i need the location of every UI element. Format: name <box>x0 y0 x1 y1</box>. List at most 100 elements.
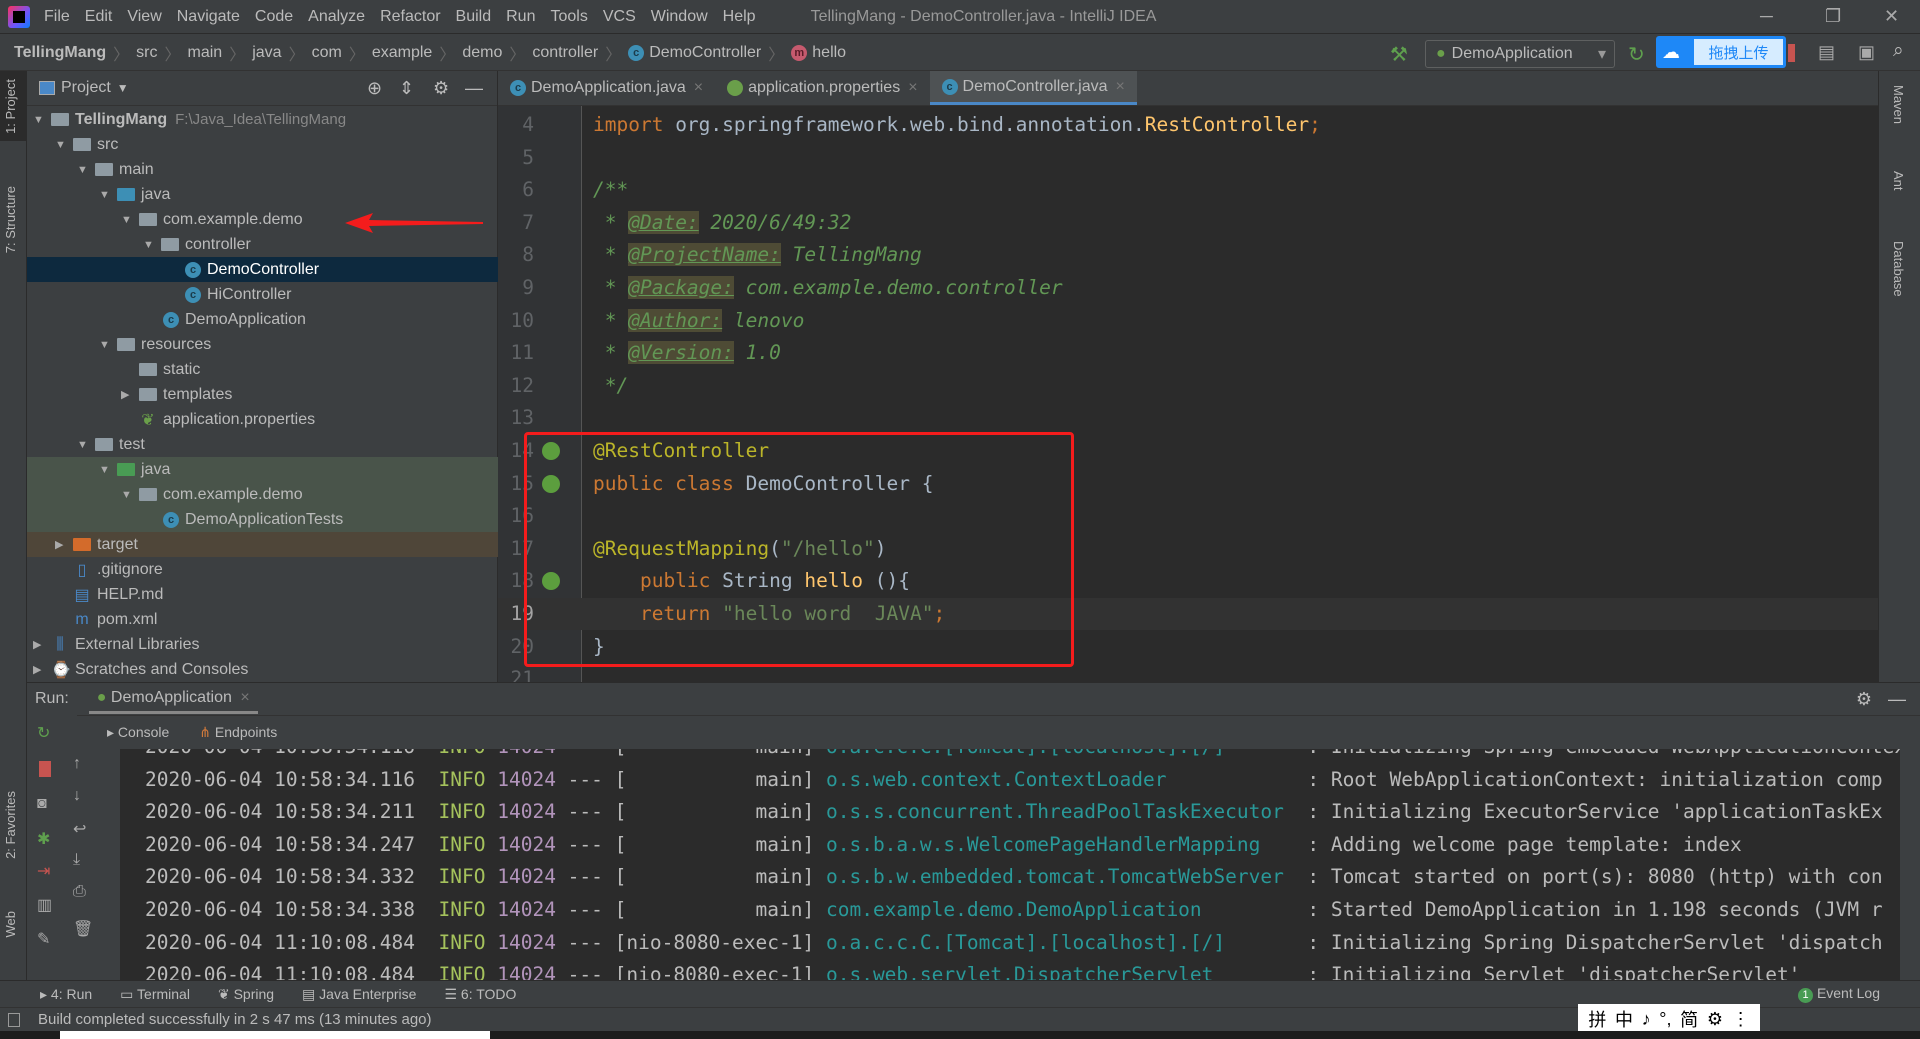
ime-button[interactable]: 拼 <box>1588 1006 1606 1032</box>
scroll-to-end-icon[interactable]: ⤓ <box>73 851 80 869</box>
code-line[interactable]: 11 * @Version: 1.0 <box>498 337 1878 369</box>
collapse-all-icon[interactable]: ⇕ <box>399 78 414 99</box>
tree-item[interactable]: ▼ java <box>27 457 498 482</box>
ime-button[interactable]: ⚙ <box>1707 1009 1723 1030</box>
breadcrumb-item[interactable]: controller <box>532 44 598 62</box>
code-line[interactable]: 6 /** <box>498 174 1878 206</box>
tree-item[interactable]: ❦ application.properties <box>27 407 498 432</box>
run-tab-demoapplication[interactable]: ● DemoApplication × <box>88 685 258 714</box>
search-icon[interactable]: ⌕ <box>1893 40 1904 62</box>
collapsed-arrow-icon[interactable]: ▶ <box>33 638 47 651</box>
breadcrumb-item[interactable]: TellingMang <box>14 44 106 62</box>
tree-item[interactable]: ▼ main <box>27 157 498 182</box>
soft-wrap-icon[interactable]: ↩ <box>73 819 86 839</box>
run-configuration-select[interactable]: ● DemoApplication ▾ <box>1425 40 1615 68</box>
code-line[interactable]: 8 * @ProjectName: TellingMang <box>498 239 1878 271</box>
code-line[interactable]: 9 * @Package: com.example.demo.controlle… <box>498 272 1878 304</box>
tree-item[interactable]: static <box>27 357 498 382</box>
code-line[interactable]: 4 import org.springframework.web.bind.ann… <box>498 109 1878 141</box>
ime-button[interactable]: ⋮ <box>1732 1009 1750 1030</box>
close-icon[interactable]: × <box>240 689 249 706</box>
pin-icon[interactable]: ✎ <box>37 929 50 949</box>
breadcrumb-item[interactable]: example <box>372 44 432 62</box>
menu-help[interactable]: Help <box>723 8 756 26</box>
camera-icon[interactable]: ◙ <box>37 795 47 813</box>
tree-item[interactable]: c DemoController <box>27 257 498 282</box>
stop-icon[interactable] <box>1788 44 1795 62</box>
status-toggle-icon[interactable] <box>8 1012 20 1027</box>
database-tool-tab[interactable]: Database <box>1891 241 1906 297</box>
ime-button[interactable]: ♪ <box>1642 1009 1651 1030</box>
tree-item[interactable]: ▼ controller <box>27 232 498 257</box>
menu-navigate[interactable]: Navigate <box>177 8 240 26</box>
console-tab[interactable]: ▸ Console <box>107 724 169 741</box>
breadcrumb-item[interactable]: com <box>312 44 342 62</box>
breadcrumb-item[interactable]: DemoController <box>649 44 761 62</box>
ime-button[interactable]: °, <box>1659 1009 1671 1030</box>
event-log-tab[interactable]: 1 Event Log <box>1798 985 1880 1003</box>
up-arrow-icon[interactable]: ↑ <box>73 755 81 773</box>
expanded-arrow-icon[interactable]: ▼ <box>77 164 91 176</box>
tree-item[interactable]: ▯ .gitignore <box>27 557 498 582</box>
expanded-arrow-icon[interactable]: ▼ <box>99 464 113 476</box>
tree-item[interactable]: ▶ ⫼ External Libraries <box>27 632 498 657</box>
close-tab-icon[interactable]: × <box>1115 78 1124 96</box>
tree-item[interactable]: ▶ target <box>27 532 498 557</box>
expanded-arrow-icon[interactable]: ▼ <box>121 214 135 226</box>
gear-icon[interactable]: ⚙ <box>433 78 449 99</box>
menu-build[interactable]: Build <box>456 8 492 26</box>
close-tab-icon[interactable]: × <box>694 79 703 97</box>
collapsed-arrow-icon[interactable]: ▶ <box>55 538 69 551</box>
menu-tools[interactable]: Tools <box>550 8 587 26</box>
ime-button[interactable]: 简 <box>1680 1006 1698 1032</box>
tree-item[interactable]: ▼ com.example.demo <box>27 482 498 507</box>
menu-analyze[interactable]: Analyze <box>308 8 365 26</box>
editor-tab[interactable]: c DemoApplication.java × <box>498 71 715 105</box>
endpoints-tab[interactable]: ⋔ Endpoints <box>199 724 277 741</box>
build-hammer-icon[interactable]: ⚒ <box>1390 42 1408 67</box>
gear-icon[interactable]: ⚙ <box>1856 689 1872 710</box>
code-line[interactable]: 12 */ <box>498 370 1878 402</box>
menu-run[interactable]: Run <box>506 8 535 26</box>
tree-item[interactable]: ▼ test <box>27 432 498 457</box>
tool-tab-java-enterprise[interactable]: ▤ Java Enterprise <box>302 986 416 1003</box>
upload-widget[interactable]: ☁ 拖拽上传 <box>1656 36 1786 68</box>
tree-item[interactable]: ▶ ⌚ Scratches and Consoles <box>27 657 498 682</box>
tree-item[interactable]: c DemoApplicationTests <box>27 507 498 532</box>
expanded-arrow-icon[interactable]: ▼ <box>121 489 135 501</box>
rerun-icon[interactable]: ↻ <box>1628 42 1645 67</box>
menu-code[interactable]: Code <box>255 8 293 26</box>
expanded-arrow-icon[interactable]: ▼ <box>143 239 157 251</box>
breadcrumb-item[interactable]: demo <box>462 44 502 62</box>
trash-icon[interactable]: 🗑 <box>73 919 93 939</box>
tree-item[interactable]: ▼ TellingMang F:\Java_Idea\TellingMang <box>27 107 498 132</box>
tree-item[interactable]: m pom.xml <box>27 607 498 632</box>
tree-item[interactable]: c DemoApplication <box>27 307 498 332</box>
tree-item[interactable]: c HiController <box>27 282 498 307</box>
locate-icon[interactable]: ⊕ <box>367 78 382 99</box>
breadcrumb-item[interactable]: java <box>252 44 281 62</box>
close-button[interactable]: ✕ <box>1884 6 1899 27</box>
tree-item[interactable]: ▼ resources <box>27 332 498 357</box>
breadcrumb-item[interactable]: hello <box>812 44 846 62</box>
hide-icon[interactable]: — <box>465 78 483 99</box>
tree-item[interactable]: ▼ java <box>27 182 498 207</box>
maven-tool-tab[interactable]: Maven <box>1891 85 1906 124</box>
tree-item[interactable]: ▼ src <box>27 132 498 157</box>
breadcrumb-item[interactable]: main <box>188 44 223 62</box>
expanded-arrow-icon[interactable]: ▼ <box>55 139 69 151</box>
tool-tab-todo[interactable]: ☰ 6: TODO <box>444 986 516 1003</box>
collapsed-arrow-icon[interactable]: ▶ <box>33 663 47 676</box>
tool-tab-spring[interactable]: ❦ Spring <box>218 986 274 1003</box>
breadcrumb-item[interactable]: src <box>136 44 157 62</box>
rerun-icon[interactable]: ↻ <box>37 723 50 743</box>
menu-window[interactable]: Window <box>651 8 708 26</box>
expanded-arrow-icon[interactable]: ▼ <box>77 439 91 451</box>
menu-refactor[interactable]: Refactor <box>380 8 440 26</box>
menu-edit[interactable]: Edit <box>85 8 113 26</box>
close-tab-icon[interactable]: × <box>908 79 917 97</box>
tool-tab-terminal[interactable]: ▭ Terminal <box>120 986 190 1003</box>
expanded-arrow-icon[interactable]: ▼ <box>99 339 113 351</box>
exit-icon[interactable]: ⇥ <box>37 861 50 881</box>
chevron-down-icon[interactable]: ▼ <box>117 81 129 95</box>
